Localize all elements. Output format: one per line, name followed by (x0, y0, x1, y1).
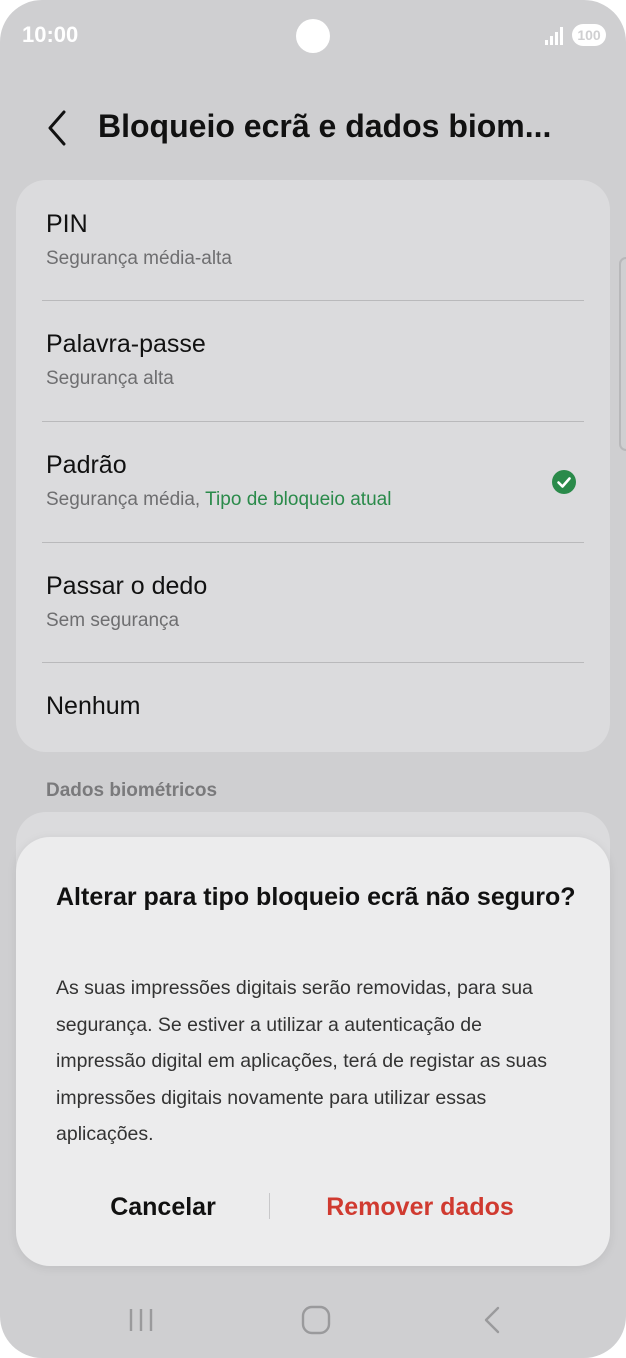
option-title: Palavra-passe (46, 330, 206, 358)
section-label-biometrics: Dados biométricos (46, 780, 218, 801)
confirm-dialog: Alterar para tipo bloqueio ecrã não segu… (16, 837, 610, 1266)
option-none[interactable]: Nenhum (16, 663, 610, 752)
option-subtitle: Segurança alta (46, 368, 174, 389)
scrollbar[interactable] (618, 256, 626, 452)
navigation-bar (0, 1290, 626, 1350)
current-lock-label: Tipo de bloqueio atual (205, 489, 392, 510)
lock-type-list: PIN Segurança média-alta Palavra-passe S… (16, 180, 610, 752)
phone-screen: 10:00 100 Bloqueio ecrã e dados biom... … (0, 0, 626, 1358)
battery-indicator: 100 (572, 24, 606, 46)
dialog-title: Alterar para tipo bloqueio ecrã não segu… (56, 883, 576, 911)
option-title: Passar o dedo (46, 572, 208, 600)
option-swipe[interactable]: Passar o dedo Sem segurança (16, 543, 610, 663)
dialog-message: As suas impressões digitais serão removi… (56, 977, 547, 1145)
option-title: Nenhum (46, 692, 141, 720)
cancel-button[interactable]: Cancelar (36, 1185, 290, 1229)
option-title: Padrão (46, 451, 127, 479)
front-camera (296, 19, 330, 53)
page-title: Bloqueio ecrã e dados biom... (98, 108, 552, 144)
check-circle-icon (552, 470, 576, 494)
header: Bloqueio ecrã e dados biom... (0, 90, 626, 166)
option-pin[interactable]: PIN Segurança média-alta (16, 180, 610, 300)
status-bar: 10:00 100 (0, 0, 626, 70)
home-icon[interactable] (300, 1304, 332, 1336)
signal-icon (545, 27, 563, 45)
option-title: PIN (46, 210, 88, 238)
option-subtitle: Segurança média-alta (46, 248, 232, 269)
remove-data-button[interactable]: Remover dados (290, 1185, 550, 1229)
option-subtitle: Segurança média, Tipo de bloqueio atual (46, 489, 391, 511)
status-time: 10:00 (22, 22, 79, 47)
recent-apps-icon[interactable] (126, 1306, 156, 1334)
option-subtitle: Sem segurança (46, 610, 180, 631)
option-pattern[interactable]: Padrão Segurança média, Tipo de bloqueio… (16, 422, 610, 542)
option-subtitle-text: Segurança média, (46, 489, 201, 510)
chevron-left-icon[interactable] (38, 106, 78, 150)
back-arrow-icon[interactable] (478, 1304, 506, 1336)
option-password[interactable]: Palavra-passe Segurança alta (16, 301, 610, 421)
button-divider (269, 1193, 270, 1219)
